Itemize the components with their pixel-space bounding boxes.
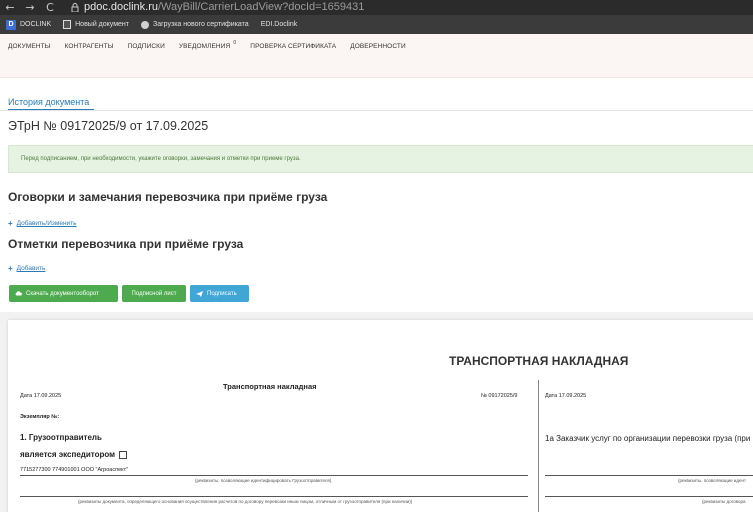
bookmark-label: Новый документ [75, 21, 129, 28]
customer-line [545, 475, 753, 476]
contract-caption: (реквизиты договора [702, 499, 746, 504]
plus-icon: + [8, 219, 13, 228]
reload-button[interactable]: C [40, 0, 60, 15]
nav-powers-of-attorney[interactable]: ДОВЕРЕННОСТИ [350, 43, 406, 50]
send-icon [196, 291, 203, 297]
plus-icon: + [8, 264, 13, 273]
bookmark-label: EDI.Doclink [260, 21, 298, 28]
url-host: pdoc.doclink.ru [84, 1, 158, 13]
bookmark-label: Загрузка нового сертификата [153, 21, 249, 28]
browser-toolbar: ← → C pdoc.doclink.ru/WayBill/CarrierLoa… [0, 0, 753, 15]
preview-date-left: Дата 17.09.2025 [20, 393, 62, 399]
add-marks-link[interactable]: + Добавить [8, 264, 45, 273]
preview-date-right: Дата 17.09.2025 [545, 393, 587, 399]
nav-subscriptions[interactable]: ПОДПИСКИ [128, 43, 165, 50]
site-info-icon[interactable] [70, 0, 80, 15]
nav-notifications-label: УВЕДОМЛЕНИЯ [178, 43, 231, 50]
remarks-value: . [9, 210, 11, 216]
add-edit-label: Добавить/Изменить [16, 220, 77, 227]
shipper-value: 7715277300 774901001 ООО "Агроаспект" [20, 467, 129, 473]
document-caption: (реквизиты документа, определяющего осно… [78, 499, 413, 504]
preview-copy-label: Экземпляр №: [20, 414, 60, 420]
preview-number: № 09172025/9 [481, 393, 518, 399]
nav-certificate-check[interactable]: ПРОВЕРКА СЕРТИФИКАТА [250, 43, 336, 50]
document-line [20, 496, 528, 497]
forwarder-row: является экспедитором [20, 450, 128, 459]
divider [0, 110, 753, 111]
column-divider [538, 380, 539, 512]
cloud-download-icon [15, 291, 22, 296]
download-label: Скачать документооборот [26, 290, 99, 297]
document-preview [8, 320, 753, 512]
sign-button[interactable]: Подписать [190, 285, 249, 302]
customer-caption: (реквизиты, позволяющие идент [678, 478, 747, 483]
nav-documents[interactable]: ДОКУМЕНТЫ [8, 43, 51, 50]
url-path: /WayBill/CarrierLoadView?docId=1659431 [158, 1, 365, 13]
page-title: ЭТрН № 09172025/9 от 17.09.2025 [8, 119, 209, 133]
back-button[interactable]: ← [0, 0, 20, 15]
sign-label: Подписать [207, 290, 237, 297]
info-alert: Перед подписанием, при необходимости, ук… [8, 145, 753, 173]
remarks-heading: Оговорки и замечания перевозчика при при… [8, 190, 328, 204]
signature-sheet-button[interactable]: Подписной лист [122, 285, 186, 302]
preview-subtitle: Транспортная накладная [223, 382, 317, 391]
bookmark-doclink[interactable]: D DOCLINK [6, 19, 52, 30]
bookmark-edi[interactable]: EDI.Doclink [261, 21, 298, 28]
bookmarks-bar: D DOCLINK Новый документ Загрузка нового… [0, 15, 753, 34]
forwarder-label: является экспедитором [20, 450, 116, 459]
customer-heading: 1а Заказчик услуг по организации перевоз… [545, 434, 751, 443]
add-edit-remarks-link[interactable]: + Добавить/Изменить [8, 219, 77, 228]
address-bar[interactable]: pdoc.doclink.ru/WayBill/CarrierLoadView?… [84, 0, 364, 15]
history-link[interactable]: История документа [8, 97, 89, 107]
forward-button[interactable]: → [20, 0, 40, 15]
download-workflow-button[interactable]: Скачать документооборот [9, 285, 118, 302]
contract-line [545, 496, 753, 497]
bookmark-certificate-upload[interactable]: Загрузка нового сертификата [141, 20, 249, 29]
shipper-line [20, 475, 528, 476]
globe-icon [141, 20, 149, 29]
nav-counterparties[interactable]: КОНТРАГЕНТЫ [65, 43, 114, 50]
shipper-caption: (реквизиты, позволяющие идентифицировать… [195, 478, 332, 483]
document-icon [63, 20, 72, 29]
notifications-badge: 0 [233, 40, 237, 46]
bookmark-new-document[interactable]: Новый документ [63, 20, 129, 29]
marks-heading: Отметки перевозчика при приёме груза [8, 237, 244, 251]
add-label: Добавить [16, 265, 46, 272]
shipper-heading: 1. Грузоотправитель [20, 433, 102, 442]
main-navigation: ДОКУМЕНТЫ КОНТРАГЕНТЫ ПОДПИСКИ УВЕДОМЛЕН… [0, 34, 753, 78]
doclink-logo-icon: D [6, 19, 16, 30]
nav-notifications[interactable]: УВЕДОМЛЕНИЯ 0 [178, 40, 236, 50]
preview-main-title: ТРАНСПОРТНАЯ НАКЛАДНАЯ [449, 354, 629, 368]
bookmark-label: DOCLINK [20, 21, 52, 28]
forwarder-checkbox[interactable] [119, 450, 128, 459]
